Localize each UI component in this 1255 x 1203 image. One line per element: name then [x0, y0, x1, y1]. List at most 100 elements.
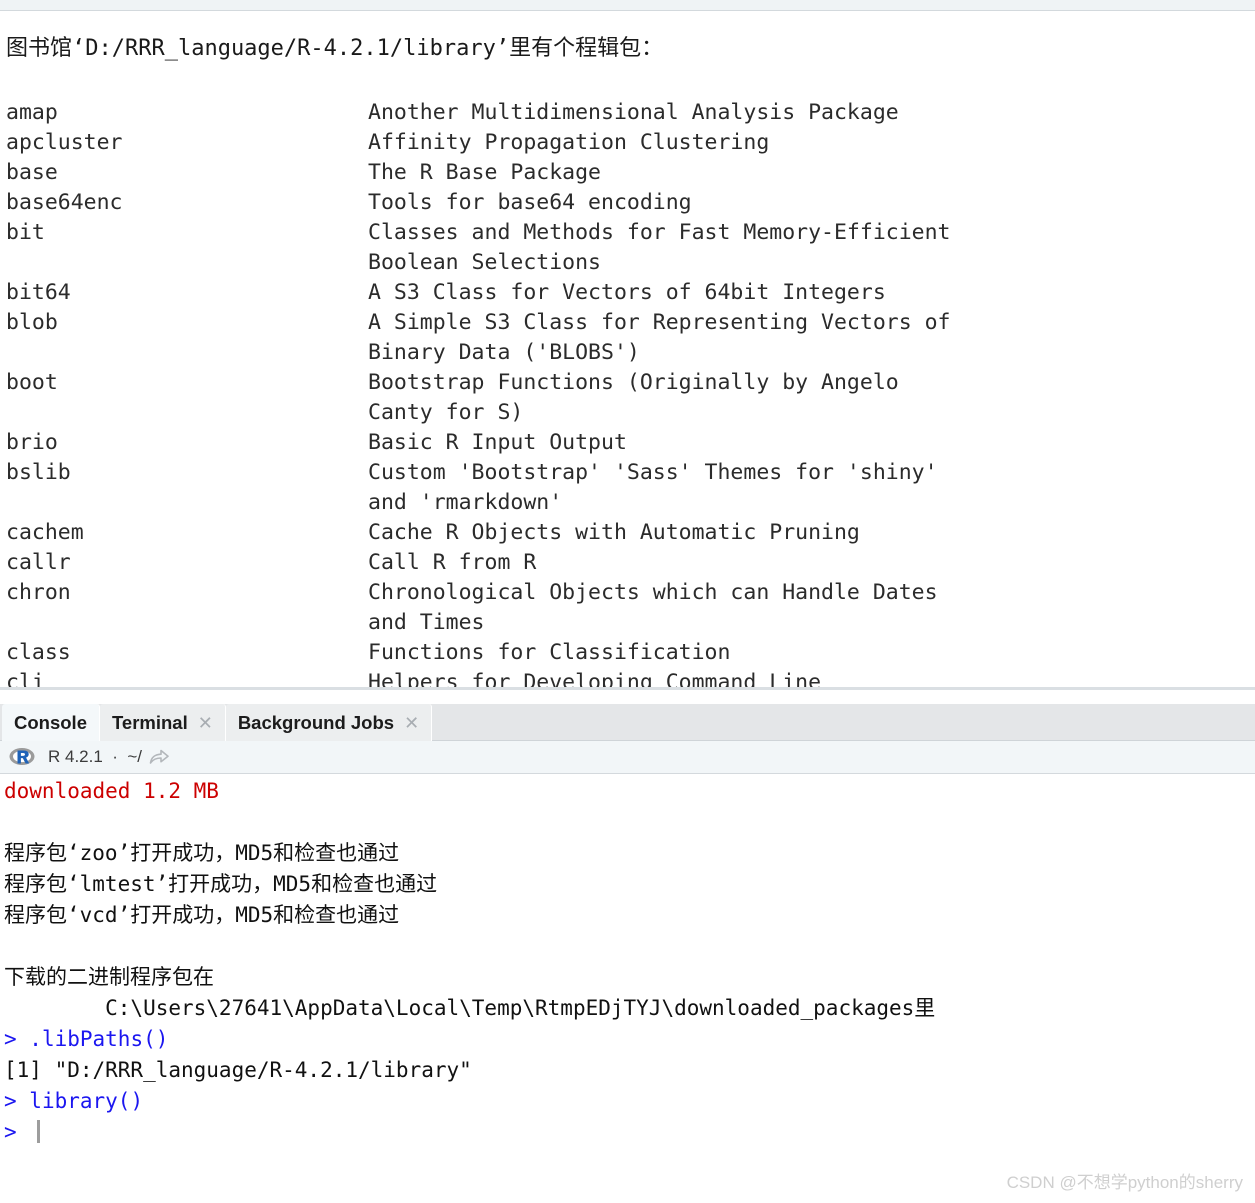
console-output-line: downloaded 1.2 MB	[0, 776, 1255, 807]
console-output-line: 程序包‘zoo’打开成功，MD5和检查也通过	[0, 838, 1255, 869]
console-output-line: 程序包‘vcd’打开成功，MD5和检查也通过	[0, 900, 1255, 931]
package-row: bslib Custom 'Bootstrap' 'Sass' Themes fo…	[6, 458, 1246, 488]
console-command-line: > library()	[0, 1086, 1255, 1117]
package-description: Chronological Objects which can Handle D…	[368, 580, 938, 605]
package-row: apcluster Affinity Propagation Clustering	[6, 128, 1246, 158]
package-row: chron Chronological Objects which can Han…	[6, 578, 1246, 608]
package-row-continuation: bitBoolean Selections	[6, 248, 1246, 278]
package-name: class	[6, 640, 71, 665]
package-description: Functions for Classification	[368, 640, 731, 665]
package-description: Binary Data ('BLOBS')	[368, 340, 640, 365]
package-name: boot	[6, 370, 58, 395]
console-command-line: > .libPaths()	[0, 1024, 1255, 1055]
package-name: callr	[6, 550, 71, 575]
tab-terminal[interactable]: Terminal ✕	[99, 704, 226, 741]
package-description: Call R from R	[368, 550, 537, 575]
package-row-continuation: bootCanty for S)	[6, 398, 1246, 428]
package-description: Bootstrap Functions (Originally by Angel…	[368, 370, 899, 395]
package-name: apcluster	[6, 130, 123, 155]
package-description: A Simple S3 Class for Representing Vecto…	[368, 310, 951, 335]
package-row-continuation: chronand Times	[6, 608, 1246, 638]
console-text: 程序包‘lmtest’打开成功，MD5和检查也通过	[4, 872, 438, 896]
package-row: cli Helpers for Developing Command Line	[6, 668, 1246, 687]
package-description: Another Multidimensional Analysis Packag…	[368, 100, 899, 125]
close-icon[interactable]: ✕	[198, 714, 213, 732]
console-text: 程序包‘zoo’打开成功，MD5和检查也通过	[4, 841, 400, 865]
package-name: cli	[6, 670, 45, 687]
package-row: brio Basic R Input Output	[6, 428, 1246, 458]
console-output-line: [1] "D:/RRR_language/R-4.2.1/library"	[0, 1055, 1255, 1086]
tab-label: Terminal	[111, 711, 188, 733]
package-row: amap Another Multidimensional Analysis Pa…	[6, 98, 1246, 128]
package-name: brio	[6, 430, 58, 455]
console-pane: Console Terminal ✕ Background Jobs ✕ R 4.2.1…	[0, 690, 1255, 1203]
package-description: Basic R Input Output	[368, 430, 627, 455]
package-name: bit	[6, 220, 45, 245]
package-description: Cache R Objects with Automatic Pruning	[368, 520, 860, 545]
package-row: base64enc Tools for base64 encoding	[6, 188, 1246, 218]
help-pane-title: 图书馆‘D:/RRR_language/R-4.2.1/library’里有个程…	[6, 36, 664, 61]
console-output[interactable]: downloaded 1.2 MB 程序包‘zoo’打开成功，MD5和检查也通过程…	[0, 776, 1255, 1203]
package-description: and Times	[368, 610, 485, 635]
console-prompt: >	[4, 1089, 30, 1113]
close-icon[interactable]: ✕	[404, 714, 419, 732]
package-row: blob A Simple S3 Class for Representing V…	[6, 308, 1246, 338]
console-output-line: 下载的二进制程序包在	[0, 962, 1255, 993]
package-row: bit64 A S3 Class for Vectors of 64bit Int…	[6, 278, 1246, 308]
package-row: base The R Base Package	[6, 158, 1246, 188]
package-description: Custom 'Bootstrap' 'Sass' Themes for 'sh…	[368, 460, 938, 485]
package-description: Canty for S)	[368, 400, 524, 425]
package-name: cachem	[6, 520, 84, 545]
package-description: Classes and Methods for Fast Memory-Effi…	[368, 220, 951, 245]
package-name: base	[6, 160, 58, 185]
console-text: library()	[29, 1089, 144, 1113]
package-name: blob	[6, 310, 58, 335]
csdn-watermark: CSDN @不想学python的sherry	[1006, 1173, 1243, 1192]
package-row-continuation: blobBinary Data ('BLOBS')	[6, 338, 1246, 368]
console-command-line: >	[0, 1117, 1255, 1148]
package-name: bslib	[6, 460, 71, 485]
package-row: callr Call R from R	[6, 548, 1246, 578]
package-row: bit Classes and Methods for Fast Memory-E…	[6, 218, 1246, 248]
console-tab-bar: Console Terminal ✕ Background Jobs ✕	[0, 704, 1255, 741]
r-logo-icon	[9, 747, 35, 768]
package-name: chron	[6, 580, 71, 605]
console-text: downloaded 1.2 MB	[4, 779, 219, 803]
window-top-strip	[0, 0, 1255, 11]
console-prompt: >	[4, 1027, 30, 1051]
console-text: C:\Users\27641\AppData\Local\Temp\RtmpED…	[4, 996, 936, 1020]
tab-label: Console	[14, 711, 87, 733]
package-row-continuation: bsliband 'rmarkdown'	[6, 488, 1246, 518]
package-row: cachem Cache R Objects with Automatic Pru…	[6, 518, 1246, 548]
package-row: class Functions for Classification	[6, 638, 1246, 668]
tab-console[interactable]: Console	[2, 704, 100, 741]
tab-background-jobs[interactable]: Background Jobs ✕	[225, 704, 433, 741]
console-output-line: 程序包‘lmtest’打开成功，MD5和检查也通过	[0, 869, 1255, 900]
console-text: 程序包‘vcd’打开成功，MD5和检查也通过	[4, 903, 400, 927]
console-text: .libPaths()	[29, 1027, 169, 1051]
package-description: The R Base Package	[368, 160, 601, 185]
share-arrow-icon[interactable]	[149, 748, 169, 766]
console-output-line: C:\Users\27641\AppData\Local\Temp\RtmpED…	[0, 993, 1255, 1024]
package-row: boot Bootstrap Functions (Originally by A…	[6, 368, 1246, 398]
console-prompt: >	[4, 1120, 30, 1144]
package-description: Helpers for Developing Command Line	[368, 670, 822, 687]
package-description: Affinity Propagation Clustering	[368, 130, 770, 155]
console-caret	[37, 1120, 41, 1143]
tab-label: Background Jobs	[237, 711, 395, 733]
package-list: amap Another Multidimensional Analysis Pa…	[6, 98, 1246, 687]
help-pane: 图书馆‘D:/RRR_language/R-4.2.1/library’里有个程…	[0, 12, 1255, 687]
package-description: Boolean Selections	[368, 250, 601, 275]
package-name: amap	[6, 100, 58, 125]
console-text: 下载的二进制程序包在	[4, 965, 214, 989]
package-name: base64enc	[6, 190, 123, 215]
package-description: and 'rmarkdown'	[368, 490, 563, 515]
r-version-label: R 4.2.1 · ~/	[48, 747, 143, 766]
r-version-bar: R 4.2.1 · ~/	[0, 741, 1255, 774]
package-description: A S3 Class for Vectors of 64bit Integers	[368, 280, 886, 305]
package-description: Tools for base64 encoding	[368, 190, 692, 215]
console-text: [1] "D:/RRR_language/R-4.2.1/library"	[4, 1058, 472, 1082]
package-name: bit64	[6, 280, 71, 305]
